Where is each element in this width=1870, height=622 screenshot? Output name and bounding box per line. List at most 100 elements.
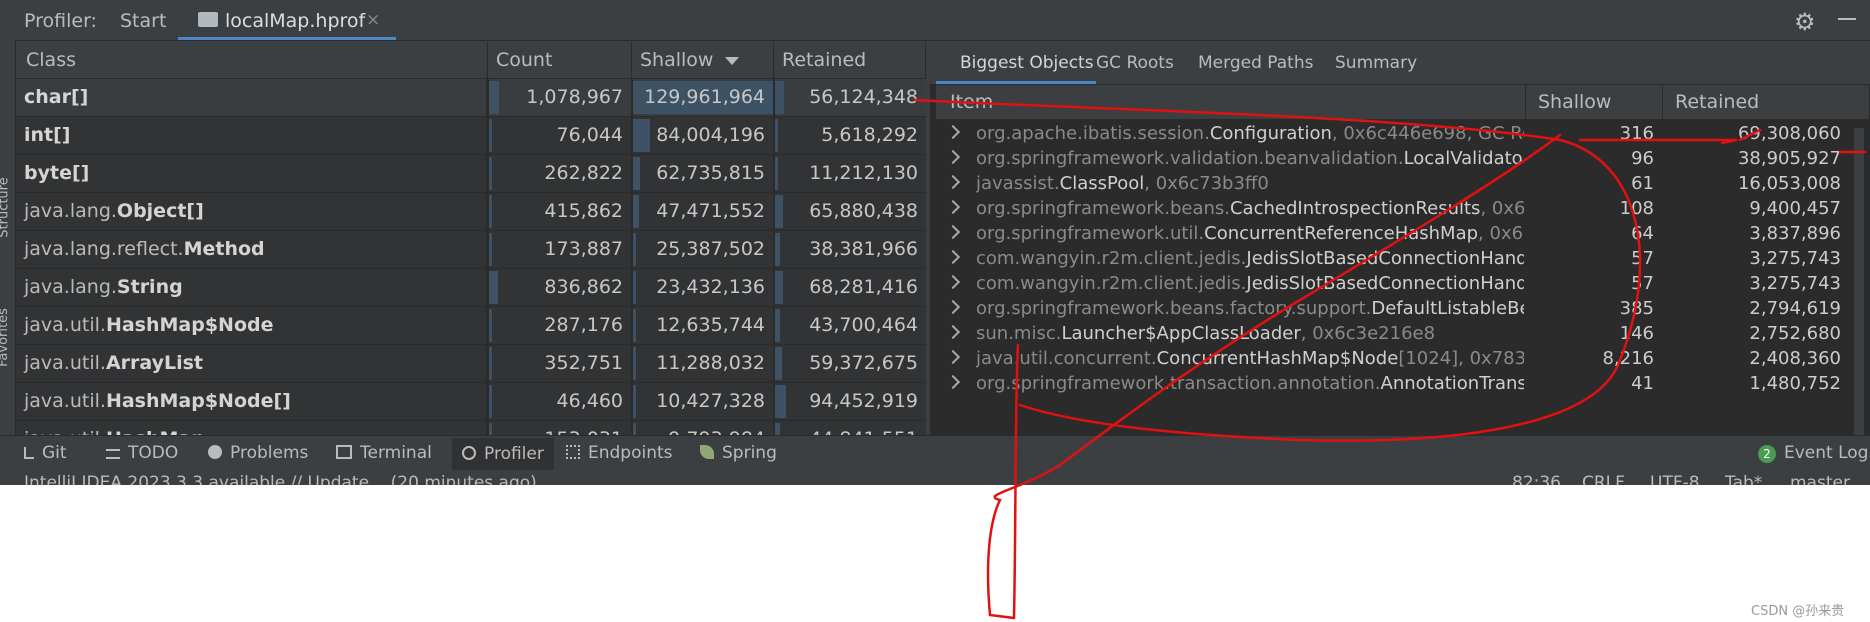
header-count[interactable]: Count (488, 42, 632, 78)
chevron-right-icon[interactable] (945, 149, 961, 165)
object-item: org.springframework.transaction.annotati… (976, 373, 1524, 401)
header-class[interactable]: Class (16, 42, 488, 78)
file-encoding[interactable]: UTF-8 (1650, 473, 1700, 485)
endpoints-tool-button[interactable]: Endpoints (566, 443, 673, 467)
retained-cell: 65,880,438 (775, 193, 926, 230)
chevron-right-icon[interactable] (945, 224, 961, 240)
tab-gc-roots[interactable]: GC Roots (1096, 53, 1174, 73)
chevron-right-icon[interactable] (945, 249, 961, 265)
tab-localmap-hprof[interactable]: localMap.hprof × (178, 0, 396, 40)
structure-tool-button[interactable]: Structure (0, 177, 12, 237)
object-package: org.apache.ibatis.session. (976, 123, 1210, 144)
class-row[interactable]: java.util.HashMap$Node[] 46,460 10,427,328… (16, 383, 926, 421)
chevron-right-icon[interactable] (945, 374, 961, 390)
tab-merged-paths[interactable]: Merged Paths (1198, 53, 1313, 73)
object-class: Launcher$AppClassLoader (1061, 323, 1301, 344)
object-package: org.springframework.util. (976, 223, 1205, 244)
retained-value: 94,452,919 (809, 390, 918, 412)
object-retained: 3,837,896 (1749, 223, 1841, 244)
shallow-cell: 84,004,196 (633, 117, 773, 154)
count-bar (489, 423, 492, 435)
class-row[interactable]: int[] 76,044 84,004,196 5,618,292 (16, 117, 926, 155)
count-value: 46,460 (556, 390, 623, 412)
tab-start[interactable]: Start (120, 10, 166, 32)
terminal-icon (336, 445, 352, 459)
chevron-right-icon[interactable] (945, 124, 961, 140)
gear-icon[interactable]: ⚙ (1794, 8, 1816, 36)
shallow-value: 10,427,328 (656, 390, 765, 412)
count-cell: 153,031 (489, 421, 631, 435)
object-package: org.springframework.beans.factory.suppor… (976, 298, 1372, 319)
chevron-right-icon[interactable] (945, 174, 961, 190)
header-obj-shallow[interactable]: Shallow (1526, 85, 1663, 119)
object-class: DefaultListableBeanFactory (1371, 298, 1524, 319)
count-value: 76,044 (556, 124, 623, 146)
profiler-tool-button[interactable]: Profiler (452, 438, 554, 470)
class-row[interactable]: java.util.HashMap 153,031 9,793,984 44,841,… (16, 421, 926, 435)
class-simple-name: Method (183, 238, 265, 260)
object-package: sun.misc. (976, 323, 1062, 344)
header-obj-retained[interactable]: Retained (1663, 85, 1870, 119)
class-name-cell: java.lang.Object[] (16, 193, 486, 230)
git-tool-button[interactable]: Git (24, 443, 67, 467)
class-simple-name: int[] (24, 124, 71, 146)
object-shallow: 41 (1631, 373, 1654, 394)
class-row[interactable]: java.util.HashMap$Node 287,176 12,635,744 4… (16, 307, 926, 345)
class-package: java.util. (24, 352, 106, 374)
close-icon[interactable]: × (366, 10, 380, 30)
caret-position[interactable]: 82:36 (1512, 473, 1561, 485)
minimize-icon[interactable] (1838, 18, 1856, 20)
terminal-tool-button[interactable]: Terminal (336, 443, 432, 467)
class-row[interactable]: byte[] 262,822 62,735,815 11,212,130 (16, 155, 926, 193)
tab-biggest-objects[interactable]: Biggest Objects (960, 53, 1094, 73)
object-details: , 0x6c3ef1230 (1480, 198, 1524, 219)
profiler-label: Profiler: (24, 10, 97, 32)
object-row[interactable]: org.springframework.transaction.annotati… (936, 370, 1870, 400)
chevron-right-icon[interactable] (945, 274, 961, 290)
indent-setting[interactable]: Tab* (1725, 473, 1762, 485)
todo-tool-button[interactable]: TODO (106, 443, 178, 467)
object-retained: 3,275,743 (1749, 248, 1841, 269)
retained-bar (775, 347, 782, 380)
update-notification[interactable]: IntelliJ IDEA 2023.3.3 available // Upda… (24, 473, 537, 485)
class-row[interactable]: char[] 1,078,967 129,961,964 56,124,348 (16, 79, 926, 117)
retained-cell: 11,212,130 (775, 155, 926, 192)
shallow-bar (633, 271, 636, 304)
object-shallow: 64 (1631, 223, 1654, 244)
class-package: java.lang.reflect. (24, 238, 184, 260)
object-retained: 3,275,743 (1749, 273, 1841, 294)
active-tab-underline (178, 37, 396, 40)
git-branch[interactable]: master (1790, 473, 1850, 485)
retained-value: 43,700,464 (809, 314, 918, 336)
shallow-bar (633, 157, 640, 190)
problems-tool-button[interactable]: Problems (208, 443, 308, 467)
class-row[interactable]: java.lang.String 836,862 23,432,136 68,281,… (16, 269, 926, 307)
object-shallow: 61 (1631, 173, 1654, 194)
shallow-bar (633, 309, 636, 342)
spring-tool-button[interactable]: Spring (700, 443, 777, 467)
count-value: 415,862 (544, 200, 623, 222)
object-package: javassist. (976, 173, 1060, 194)
event-log-tool-button[interactable]: 2 Event Log (1758, 443, 1868, 467)
class-row[interactable]: java.util.ArrayList 352,751 11,288,032 59,3… (16, 345, 926, 383)
vertical-scrollbar[interactable] (1854, 128, 1864, 435)
header-retained[interactable]: Retained (774, 42, 926, 78)
retained-value: 5,618,292 (821, 124, 918, 146)
class-row[interactable]: java.lang.Object[] 415,862 47,471,552 65,88… (16, 193, 926, 231)
header-item[interactable]: Item (936, 85, 1526, 119)
header-shallow[interactable]: Shallow (632, 42, 774, 78)
chevron-right-icon[interactable] (945, 324, 961, 340)
event-log-label: Event Log (1784, 443, 1869, 463)
favorites-tool-button[interactable]: Favorites (0, 308, 11, 367)
line-separator[interactable]: CRLF (1582, 473, 1625, 485)
chevron-right-icon[interactable] (945, 299, 961, 315)
class-row[interactable]: java.lang.reflect.Method 173,887 25,387,50… (16, 231, 926, 269)
details-panel: Biggest Objects GC Roots Merged Paths Su… (930, 42, 1870, 435)
class-simple-name: byte[] (24, 162, 90, 184)
chevron-right-icon[interactable] (945, 199, 961, 215)
class-name-cell: java.lang.String (16, 269, 486, 306)
tab-summary[interactable]: Summary (1335, 53, 1417, 73)
info-icon (208, 445, 222, 459)
watermark: CSDN @孙来贵 (1751, 604, 1845, 619)
chevron-right-icon[interactable] (945, 349, 961, 365)
